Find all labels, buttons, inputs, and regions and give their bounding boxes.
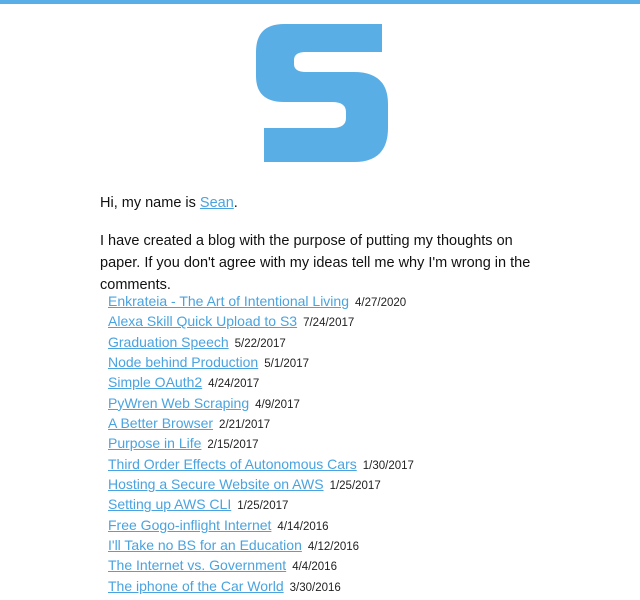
post-title-link[interactable]: Hosting a Secure Website on AWS bbox=[108, 476, 324, 492]
post-list-item: Enkrateia - The Art of Intentional Livin… bbox=[108, 291, 608, 311]
post-date: 7/24/2017 bbox=[303, 317, 355, 330]
post-title-link[interactable]: Setting up AWS CLI bbox=[108, 496, 231, 512]
post-title-link[interactable]: Free Gogo-inflight Internet bbox=[108, 517, 271, 533]
post-title-link[interactable]: Graduation Speech bbox=[108, 334, 229, 350]
post-date: 4/27/2020 bbox=[355, 297, 407, 309]
post-list-item: Third Order Effects of Autonomous Cars 1/… bbox=[108, 454, 608, 474]
post-date: 5/1/2017 bbox=[264, 358, 309, 371]
intro-section: Hi, my name is Sean. I have created a bl… bbox=[100, 192, 540, 296]
post-list-item: Setting up AWS CLI 1/25/2017 bbox=[108, 494, 608, 514]
post-title-link[interactable]: Node behind Production bbox=[108, 354, 258, 370]
post-list-item: Hosting a Secure Website on AWS 1/25/2017 bbox=[108, 474, 608, 494]
post-title-link[interactable]: I'll Take no BS for an Education bbox=[108, 537, 302, 553]
post-date: 4/24/2017 bbox=[208, 378, 260, 391]
post-date: 1/25/2017 bbox=[237, 500, 289, 513]
post-list-item: Node behind Production 5/1/2017 bbox=[108, 352, 608, 372]
post-list-item: I'll Take no BS for an Education 4/12/201… bbox=[108, 535, 608, 555]
post-title-link[interactable]: Alexa Skill Quick Upload to S3 bbox=[108, 313, 297, 329]
greeting-text: Hi, my name is Sean. bbox=[100, 192, 540, 214]
post-list-item: Alexa Skill Quick Upload to S3 7/24/2017 bbox=[108, 311, 608, 331]
post-title-link[interactable]: Simple OAuth2 bbox=[108, 374, 202, 390]
post-list-item: PyWren Web Scraping 4/9/2017 bbox=[108, 393, 608, 413]
greeting-suffix: . bbox=[233, 195, 238, 211]
post-title-link[interactable]: The iphone of the Car World bbox=[108, 578, 284, 594]
post-list-item: Graduation Speech 5/22/2017 bbox=[108, 332, 608, 352]
post-date: 5/22/2017 bbox=[234, 337, 286, 350]
post-date: 2/15/2017 bbox=[207, 439, 259, 452]
top-accent-bar bbox=[0, 0, 640, 4]
post-date: 4/4/2016 bbox=[292, 561, 337, 574]
s-logo-icon bbox=[250, 24, 390, 164]
post-list-item: Simple OAuth2 4/24/2017 bbox=[108, 372, 608, 392]
blog-description: I have created a blog with the purpose o… bbox=[100, 233, 531, 293]
post-title-link[interactable]: A Better Browser bbox=[108, 415, 213, 431]
post-title-link[interactable]: PyWren Web Scraping bbox=[108, 395, 249, 411]
author-name-link[interactable]: Sean bbox=[200, 195, 234, 211]
post-date: 4/9/2017 bbox=[255, 398, 300, 411]
post-list-item: A Better Browser 2/21/2017 bbox=[108, 413, 608, 433]
post-date: 3/30/2016 bbox=[289, 581, 341, 594]
post-date: 4/14/2016 bbox=[277, 520, 329, 533]
post-list-item: The iphone of the Car World 3/30/2016 bbox=[108, 576, 608, 596]
post-title-link[interactable]: Purpose in Life bbox=[108, 435, 201, 451]
post-date: 2/21/2017 bbox=[219, 419, 271, 432]
post-title-link[interactable]: Third Order Effects of Autonomous Cars bbox=[108, 456, 357, 472]
post-date: 4/12/2016 bbox=[307, 541, 360, 554]
post-list-item: The Internet vs. Government 4/4/2016 bbox=[108, 555, 608, 575]
greeting-prefix: Hi, my name is bbox=[100, 195, 200, 211]
post-list: Enkrateia - The Art of Intentional Livin… bbox=[108, 291, 608, 596]
post-list-item: Free Gogo-inflight Internet 4/14/2016 bbox=[108, 515, 608, 535]
post-list-item: Purpose in Life 2/15/2017 bbox=[108, 433, 608, 453]
post-date: 1/25/2017 bbox=[329, 480, 381, 493]
post-title-link[interactable]: Enkrateia - The Art of Intentional Livin… bbox=[108, 293, 349, 309]
post-title-link[interactable]: The Internet vs. Government bbox=[108, 557, 286, 573]
post-date: 1/30/2017 bbox=[362, 459, 414, 472]
